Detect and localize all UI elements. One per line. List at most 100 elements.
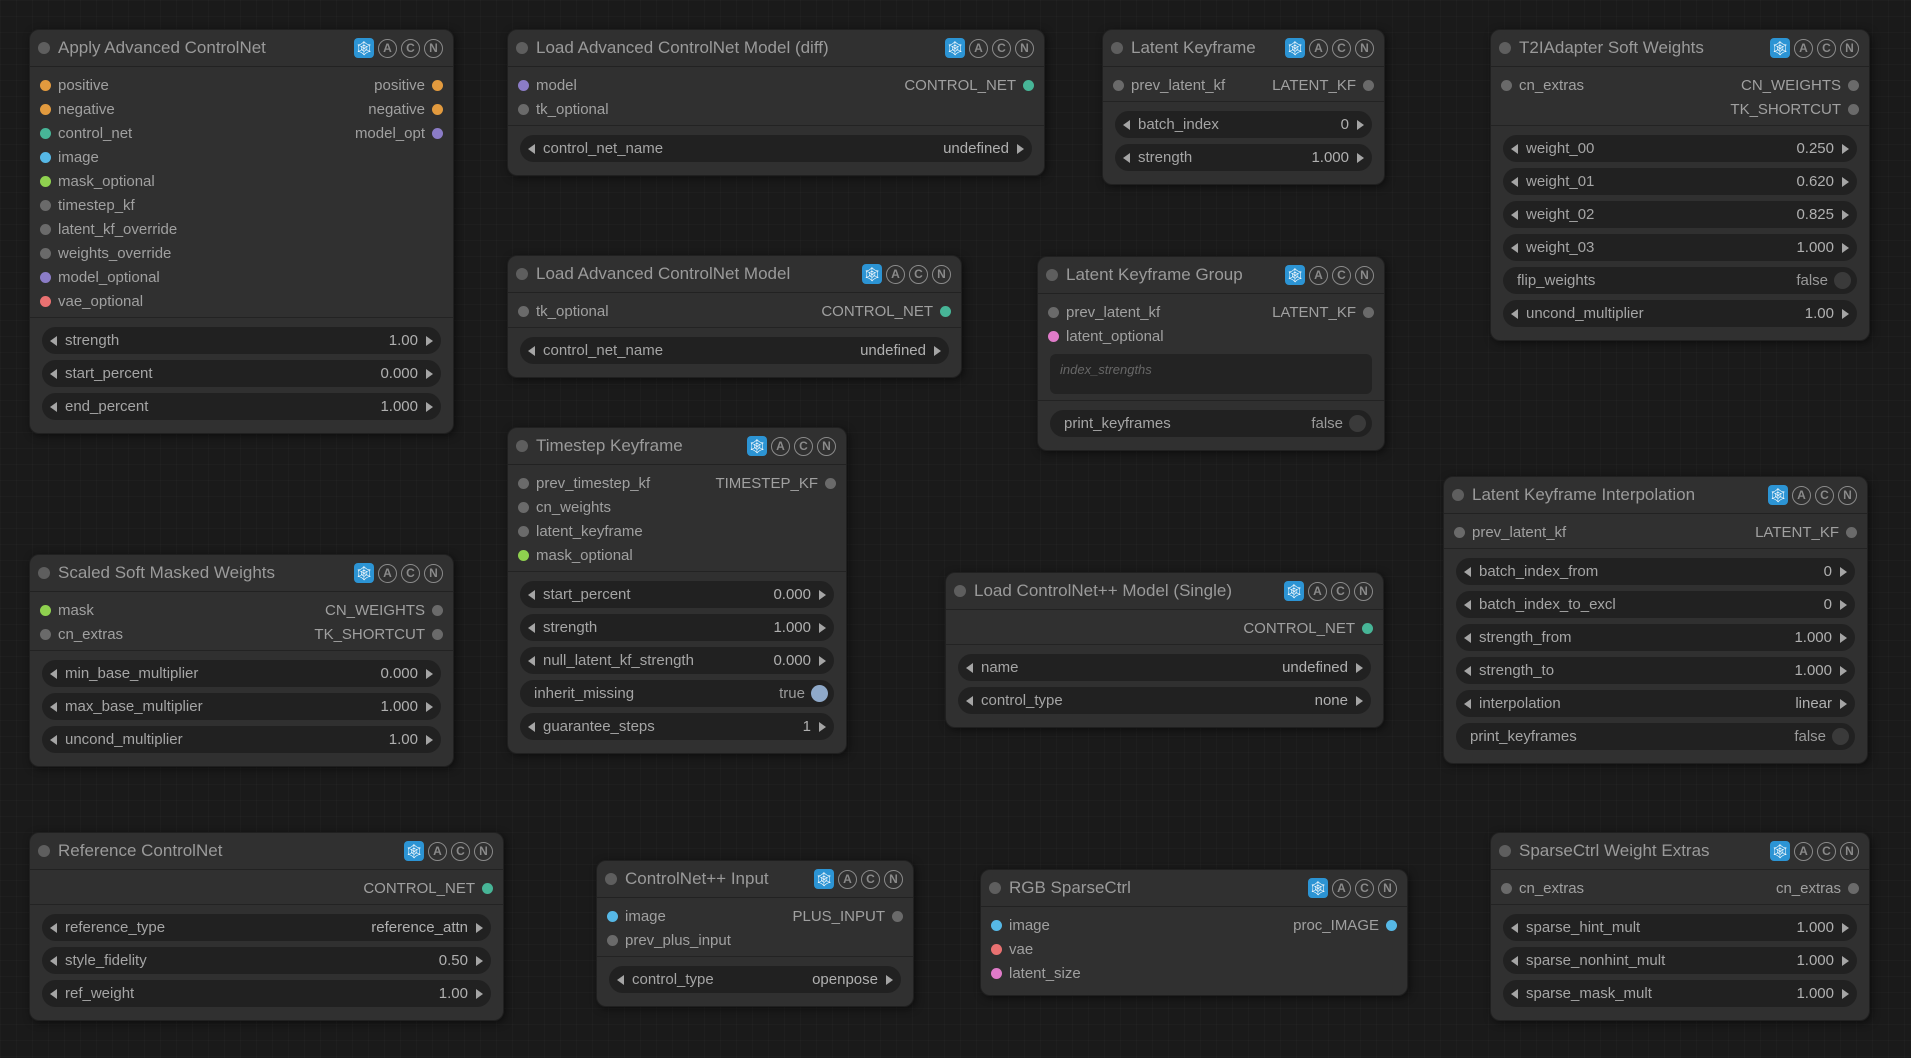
- arrow-left-icon[interactable]: [1511, 243, 1518, 253]
- number-ref_weight[interactable]: ref_weight1.00: [42, 980, 491, 1007]
- arrow-left-icon[interactable]: [50, 735, 57, 745]
- node-load_acn[interactable]: Load Advanced ControlNet Model🕸ACNtk_opt…: [507, 255, 962, 378]
- arrow-left-icon[interactable]: [1464, 699, 1471, 709]
- number-guarantee_steps[interactable]: guarantee_steps1: [520, 713, 834, 740]
- node-t2i_soft[interactable]: T2IAdapter Soft Weights🕸ACNcn_extrasCN_W…: [1490, 29, 1870, 341]
- input-port-dot-icon[interactable]: [40, 272, 51, 283]
- input-port-dot-icon[interactable]: [991, 944, 1002, 955]
- number-null_latent_kf_strength[interactable]: null_latent_kf_strength0.000: [520, 647, 834, 674]
- number-sparse_nonhint_mult[interactable]: sparse_nonhint_mult1.000: [1503, 947, 1857, 974]
- output-port-dot-icon[interactable]: [482, 883, 493, 894]
- number-weight_01[interactable]: weight_010.620: [1503, 168, 1857, 195]
- arrow-left-icon[interactable]: [617, 975, 624, 985]
- collapse-dot-icon[interactable]: [516, 440, 528, 452]
- arrow-right-icon[interactable]: [886, 975, 893, 985]
- arrow-left-icon[interactable]: [528, 590, 535, 600]
- number-strength_to[interactable]: strength_to1.000: [1456, 657, 1855, 684]
- collapse-dot-icon[interactable]: [1111, 42, 1123, 54]
- input-port-dot-icon[interactable]: [40, 152, 51, 163]
- input-port-dot-icon[interactable]: [1048, 331, 1059, 342]
- input-port-dot-icon[interactable]: [1048, 307, 1059, 318]
- collapse-dot-icon[interactable]: [989, 882, 1001, 894]
- arrow-left-icon[interactable]: [1123, 120, 1130, 130]
- node-load_cnpp_single[interactable]: Load ControlNet++ Model (Single)🕸ACNCONT…: [945, 572, 1384, 728]
- input-port-dot-icon[interactable]: [40, 80, 51, 91]
- input-port-dot-icon[interactable]: [607, 911, 618, 922]
- node-ref_cn[interactable]: Reference ControlNet🕸ACNCONTROL_NETrefer…: [29, 832, 504, 1021]
- input-port-dot-icon[interactable]: [40, 248, 51, 259]
- arrow-left-icon[interactable]: [50, 402, 57, 412]
- arrow-right-icon[interactable]: [1840, 567, 1847, 577]
- arrow-right-icon[interactable]: [1017, 144, 1024, 154]
- number-control_net_name[interactable]: control_net_nameundefined: [520, 337, 949, 364]
- number-batch_index_from[interactable]: batch_index_from0: [1456, 558, 1855, 585]
- toggle-print_keyframes[interactable]: print_keyframesfalse: [1050, 410, 1372, 437]
- input-port-dot-icon[interactable]: [40, 200, 51, 211]
- node-rgb_sparse[interactable]: RGB SparseCtrl🕸ACNimageproc_IMAGEvaelate…: [980, 869, 1408, 996]
- arrow-right-icon[interactable]: [476, 956, 483, 966]
- input-port-dot-icon[interactable]: [40, 104, 51, 115]
- node-header[interactable]: Load Advanced ControlNet Model🕸ACN: [508, 256, 961, 293]
- input-port-dot-icon[interactable]: [1454, 527, 1465, 538]
- output-port-dot-icon[interactable]: [1848, 80, 1859, 91]
- output-port-dot-icon[interactable]: [1363, 307, 1374, 318]
- collapse-dot-icon[interactable]: [516, 42, 528, 54]
- arrow-right-icon[interactable]: [426, 369, 433, 379]
- number-interpolation[interactable]: interpolationlinear: [1456, 690, 1855, 717]
- arrow-left-icon[interactable]: [1123, 153, 1130, 163]
- number-weight_00[interactable]: weight_000.250: [1503, 135, 1857, 162]
- arrow-left-icon[interactable]: [1511, 923, 1518, 933]
- input-port-dot-icon[interactable]: [40, 296, 51, 307]
- output-port-dot-icon[interactable]: [1386, 920, 1397, 931]
- number-max_base_multiplier[interactable]: max_base_multiplier1.000: [42, 693, 441, 720]
- number-batch_index[interactable]: batch_index0: [1115, 111, 1372, 138]
- node-scaled_soft[interactable]: Scaled Soft Masked Weights🕸ACNmaskCN_WEI…: [29, 554, 454, 767]
- arrow-right-icon[interactable]: [1840, 699, 1847, 709]
- number-start_percent[interactable]: start_percent0.000: [42, 360, 441, 387]
- output-port-dot-icon[interactable]: [940, 306, 951, 317]
- arrow-left-icon[interactable]: [1464, 633, 1471, 643]
- node-header[interactable]: Timestep Keyframe🕸ACN: [508, 428, 846, 465]
- node-header[interactable]: Apply Advanced ControlNet🕸ACN: [30, 30, 453, 67]
- arrow-right-icon[interactable]: [1842, 210, 1849, 220]
- output-port-dot-icon[interactable]: [432, 629, 443, 640]
- collapse-dot-icon[interactable]: [1046, 269, 1058, 281]
- arrow-right-icon[interactable]: [426, 402, 433, 412]
- node-lat_kf[interactable]: Latent Keyframe🕸ACNprev_latent_kfLATENT_…: [1102, 29, 1385, 185]
- node-header[interactable]: Latent Keyframe Interpolation🕸ACN: [1444, 477, 1867, 514]
- input-port-dot-icon[interactable]: [40, 605, 51, 616]
- input-port-dot-icon[interactable]: [518, 104, 529, 115]
- arrow-left-icon[interactable]: [1511, 144, 1518, 154]
- input-port-dot-icon[interactable]: [518, 502, 529, 513]
- input-port-dot-icon[interactable]: [518, 80, 529, 91]
- number-control_type[interactable]: control_typeopenpose: [609, 966, 901, 993]
- arrow-left-icon[interactable]: [966, 663, 973, 673]
- arrow-right-icon[interactable]: [1357, 120, 1364, 130]
- node-lat_kf_interp[interactable]: Latent Keyframe Interpolation🕸ACNprev_la…: [1443, 476, 1868, 764]
- number-style_fidelity[interactable]: style_fidelity0.50: [42, 947, 491, 974]
- input-port-dot-icon[interactable]: [40, 224, 51, 235]
- input-port-dot-icon[interactable]: [518, 526, 529, 537]
- input-port-dot-icon[interactable]: [40, 629, 51, 640]
- number-control_type[interactable]: control_typenone: [958, 687, 1371, 714]
- arrow-left-icon[interactable]: [50, 989, 57, 999]
- node-cnpp_input[interactable]: ControlNet++ Input🕸ACNimagePLUS_INPUTpre…: [596, 860, 914, 1007]
- toggle-flip_weights[interactable]: flip_weightsfalse: [1503, 267, 1857, 294]
- arrow-left-icon[interactable]: [1511, 309, 1518, 319]
- node-header[interactable]: Scaled Soft Masked Weights🕸ACN: [30, 555, 453, 592]
- output-port-dot-icon[interactable]: [1846, 527, 1857, 538]
- collapse-dot-icon[interactable]: [38, 845, 50, 857]
- input-port-dot-icon[interactable]: [1501, 883, 1512, 894]
- collapse-dot-icon[interactable]: [38, 567, 50, 579]
- number-strength[interactable]: strength1.00: [42, 327, 441, 354]
- arrow-left-icon[interactable]: [50, 369, 57, 379]
- arrow-left-icon[interactable]: [528, 144, 535, 154]
- arrow-left-icon[interactable]: [50, 956, 57, 966]
- node-header[interactable]: Load Advanced ControlNet Model (diff)🕸AC…: [508, 30, 1044, 67]
- output-port-dot-icon[interactable]: [892, 911, 903, 922]
- node-ts_kf[interactable]: Timestep Keyframe🕸ACNprev_timestep_kfTIM…: [507, 427, 847, 754]
- node-header[interactable]: Reference ControlNet🕸ACN: [30, 833, 503, 870]
- arrow-right-icon[interactable]: [1842, 989, 1849, 999]
- arrow-left-icon[interactable]: [528, 722, 535, 732]
- node-header[interactable]: Latent Keyframe Group🕸ACN: [1038, 257, 1384, 294]
